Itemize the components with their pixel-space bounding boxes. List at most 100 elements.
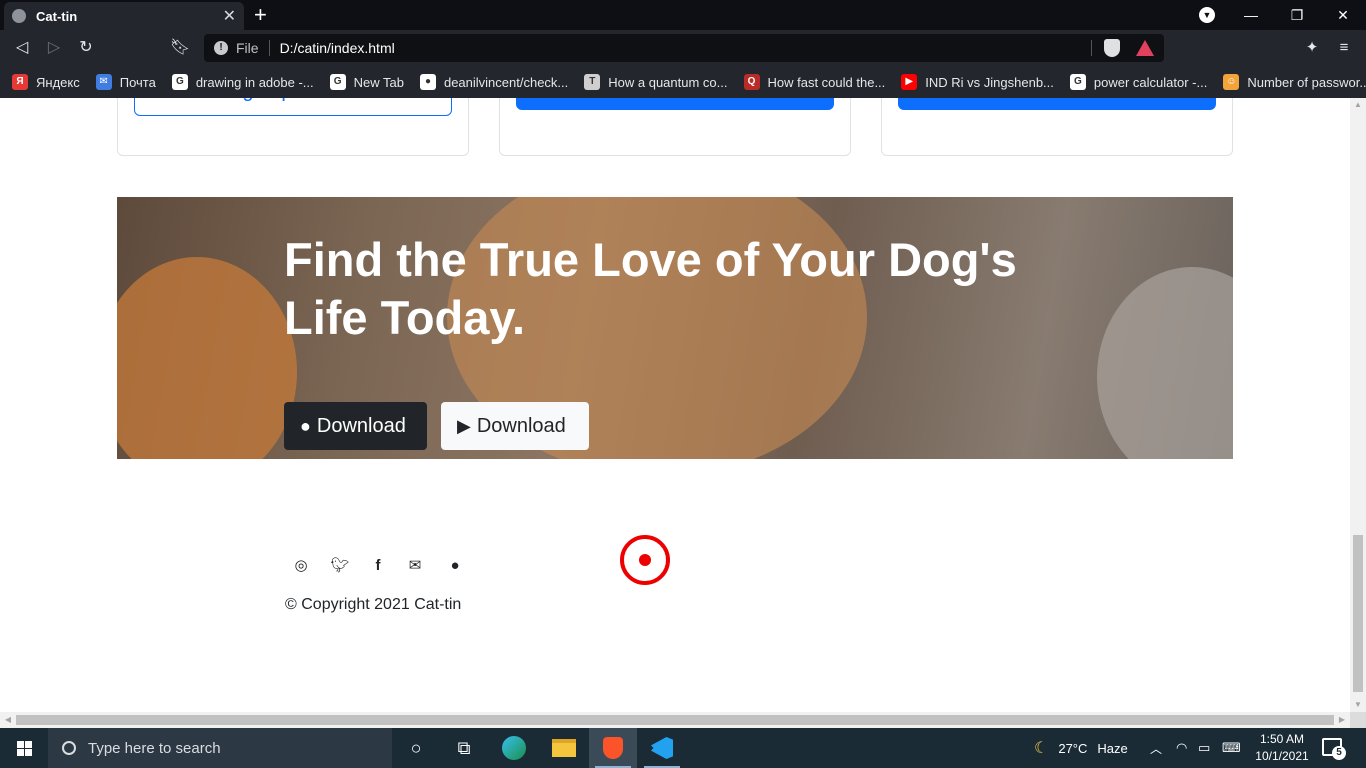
app-store-download-button[interactable]: ● Download (284, 402, 427, 450)
contact-us-button[interactable]: Contact us (898, 98, 1216, 110)
clock-date: 10/1/2021 (1255, 749, 1309, 763)
minimize-button[interactable]: — (1228, 0, 1274, 30)
bookmark-item[interactable]: ● deanilvincent/check... (419, 74, 568, 90)
bookmark-favicon-icon: G (329, 74, 346, 90)
menu-icon[interactable]: ≡ (1332, 36, 1356, 60)
browser-toolbar: ◁ ▷ ↻ 🔖︎ ! File D:/catin/index.html ✦ ≡ (0, 30, 1366, 66)
vertical-scrollbar[interactable]: ▲ ▼ (1350, 98, 1366, 712)
scroll-down-icon[interactable]: ▼ (1350, 698, 1366, 712)
bookmark-item[interactable]: Q How fast could the... (743, 74, 886, 90)
tab-title: Cat-tin (36, 8, 78, 24)
hero-image (1097, 267, 1233, 459)
file-explorer-icon[interactable] (540, 728, 588, 768)
button-label: Download (316, 414, 406, 437)
bookmark-favicon-icon: G (1069, 74, 1086, 90)
bookmark-label: IND Ri vs Jingshenb... (925, 74, 1054, 90)
extensions-icon[interactable]: ✦ (1300, 36, 1324, 60)
twitter-icon[interactable]: 🐦︎ (328, 557, 352, 575)
close-tab-icon[interactable]: ✕ (223, 6, 236, 26)
bookmark-label: How fast could the... (767, 74, 886, 90)
url-text[interactable]: D:/catin/index.html (280, 40, 395, 56)
profile-menu-icon[interactable]: ▼ (1199, 7, 1215, 23)
vscode-icon[interactable] (638, 728, 686, 768)
get-started-button[interactable]: Get started (516, 98, 834, 110)
bookmark-label: Number of passwor... (1247, 74, 1366, 90)
scrollbar-thumb[interactable] (16, 715, 1334, 725)
pricing-card: Sign up for free (117, 98, 469, 156)
browser-tab[interactable]: Cat-tin ✕ (4, 2, 244, 30)
bookmark-favicon-icon: T (584, 74, 601, 90)
copyright-text: © Copyright 2021 Cat-tin (285, 596, 462, 613)
apple-icon: ● (300, 415, 311, 436)
search-icon (62, 741, 76, 755)
forward-button[interactable]: ▷ (42, 36, 66, 60)
bookmark-item[interactable]: T How a quantum co... (584, 74, 728, 90)
close-window-button[interactable]: ✕ (1320, 0, 1366, 30)
brave-browser-icon[interactable] (589, 728, 637, 768)
divider (1091, 40, 1092, 56)
weather-widget[interactable]: ☾ 27°C Haze (1034, 728, 1128, 768)
bookmark-favicon-icon: Я (12, 74, 28, 90)
horizontal-scrollbar[interactable]: ◀ ▶ (0, 712, 1350, 728)
bookmark-favicon-icon: ☺ (1223, 74, 1240, 90)
github-icon[interactable]: ● (443, 557, 467, 575)
sign-up-button[interactable]: Sign up for free (134, 98, 452, 116)
wifi-icon[interactable]: ◠ (1176, 728, 1187, 768)
scrollbar-thumb[interactable] (1353, 535, 1363, 692)
url-scheme: File (236, 40, 259, 56)
bookmark-favicon-icon: ✉ (95, 74, 112, 90)
title-bar: Cat-tin ✕ + ▼ — ❐ ✕ (0, 0, 1366, 30)
bookmark-item[interactable]: Gdrawing in adobe -... (171, 74, 314, 90)
taskbar-search[interactable]: Type here to search (48, 728, 392, 768)
edge-icon[interactable] (490, 728, 538, 768)
bookmark-favicon-icon: Q (743, 74, 760, 90)
bookmark-item[interactable]: ✉ Почта (95, 74, 156, 90)
bookmark-item[interactable]: ▶ IND Ri vs Jingshenb... (901, 74, 1054, 90)
bookmark-item[interactable]: Я Яндекс (12, 74, 80, 90)
address-bar[interactable]: ! File D:/catin/index.html (204, 34, 1164, 62)
scroll-right-icon[interactable]: ▶ (1334, 712, 1350, 728)
weather-temp: 27°C (1058, 740, 1088, 756)
instagram-icon[interactable]: ◎ (289, 557, 313, 575)
screen: Cat-tin ✕ + ▼ — ❐ ✕ ◁ ▷ ↻ 🔖︎ ! File D:/c… (0, 0, 1366, 768)
new-tab-button[interactable]: + (254, 3, 267, 27)
cortana-icon[interactable]: ○ (392, 728, 440, 768)
bookmark-item[interactable]: ☺ Number of passwor... (1223, 74, 1366, 90)
bookmark-favicon-icon: G (171, 74, 188, 90)
scrollbar-corner (1350, 712, 1366, 728)
download-hero: Find the True Love of Your Dog's Life To… (117, 197, 1233, 459)
bookmark-label: How a quantum co... (608, 74, 728, 90)
brave-rewards-icon[interactable] (1136, 40, 1154, 56)
google-play-icon: ▶ (457, 415, 471, 436)
scroll-left-icon[interactable]: ◀ (0, 712, 16, 728)
restore-button[interactable]: ❐ (1274, 0, 1320, 30)
google-play-download-button[interactable]: ▶ Download (441, 402, 589, 450)
task-view-icon[interactable]: ⧉ (440, 728, 488, 768)
back-button[interactable]: ◁ (10, 36, 34, 60)
bookmark-icon[interactable]: 🔖︎ (168, 36, 192, 60)
bookmark-item[interactable]: Gpower calculator -... (1069, 74, 1208, 90)
scroll-up-icon[interactable]: ▲ (1350, 98, 1366, 112)
hero-image (117, 257, 297, 459)
system-clock[interactable]: 1:50 AM 10/1/2021 (1250, 731, 1314, 765)
bookmark-item[interactable]: G New Tab (329, 74, 404, 90)
bookmark-favicon-icon: ▶ (901, 74, 918, 90)
click-marker-dot (639, 554, 651, 566)
weather-desc: Haze (1097, 740, 1128, 756)
envelope-icon[interactable]: ✉ (403, 557, 427, 575)
keyboard-icon[interactable]: ⌨ (1222, 728, 1241, 768)
clock-time: 1:50 AM (1259, 732, 1305, 746)
bookmark-label: power calculator -... (1093, 74, 1208, 90)
bookmark-favicon-icon: ● (419, 74, 436, 90)
divider (268, 40, 270, 56)
windows-icon (16, 740, 32, 756)
brave-shields-icon[interactable] (1104, 39, 1120, 57)
battery-icon[interactable]: ▭ (1198, 728, 1210, 768)
search-placeholder: Type here to search (88, 739, 221, 757)
facebook-icon[interactable]: f (366, 557, 390, 575)
info-icon[interactable]: ! (214, 41, 228, 55)
reload-button[interactable]: ↻ (74, 36, 98, 60)
bookmark-label: New Tab (353, 74, 404, 90)
show-hidden-icons[interactable]: ︿ (1150, 728, 1162, 768)
start-button[interactable] (0, 728, 48, 768)
